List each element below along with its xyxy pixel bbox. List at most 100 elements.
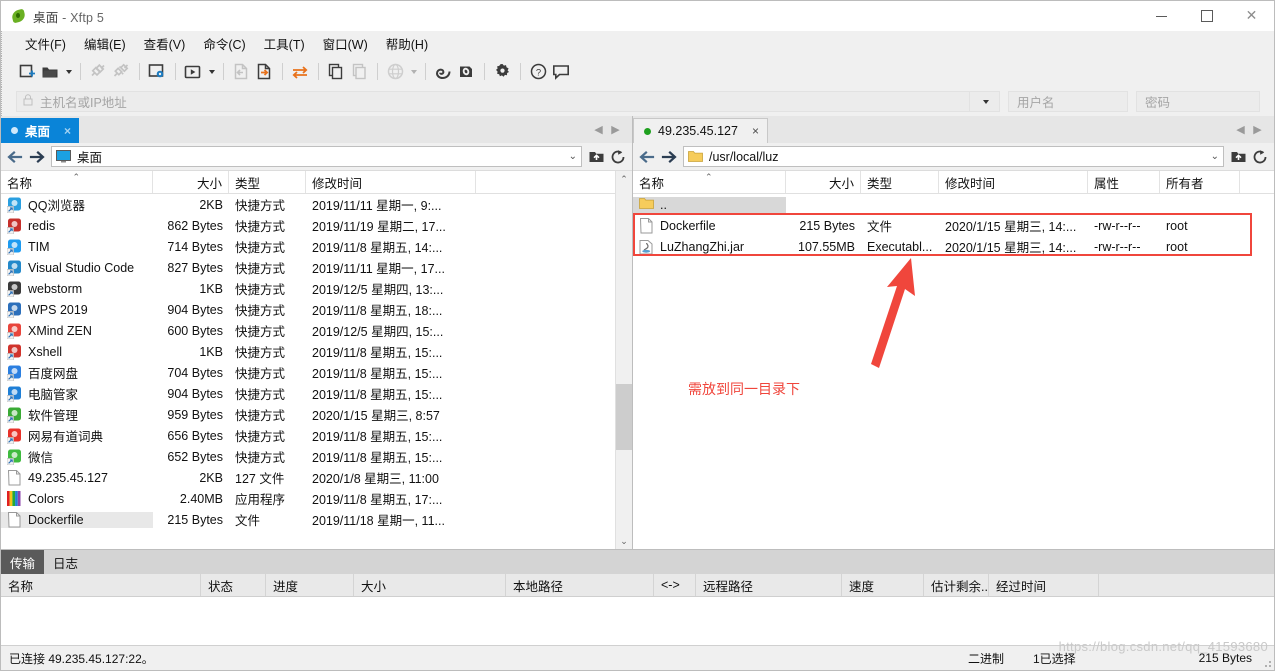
host-history-dropdown[interactable]: [970, 91, 1000, 112]
copy-icon[interactable]: [325, 61, 347, 83]
transfer-col-elapsed[interactable]: 经过时间: [989, 574, 1099, 596]
run-icon[interactable]: [182, 61, 204, 83]
transfer-col-eta[interactable]: 估计剩余...: [924, 574, 989, 596]
new-session-icon[interactable]: [16, 61, 38, 83]
remote-tab-session[interactable]: 49.235.45.127 ×: [633, 118, 768, 143]
table-row[interactable]: Visual Studio Code 827 Bytes 快捷方式 2019/11/1…: [1, 257, 632, 278]
session-settings-icon[interactable]: [146, 61, 168, 83]
menu-file[interactable]: 文件(F): [16, 31, 75, 56]
open-folder-dropdown-icon[interactable]: [62, 61, 73, 83]
paste-icon[interactable]: [348, 61, 370, 83]
table-row[interactable]: WPS 2019 904 Bytes 快捷方式 2019/11/8 星期五, 18:.…: [1, 299, 632, 320]
local-vertical-scrollbar[interactable]: ⌃ ⌄: [615, 171, 632, 549]
remote-col-mtime[interactable]: 修改时间: [939, 171, 1088, 193]
table-row[interactable]: QQ浏览器 2KB 快捷方式 2019/11/11 星期一, 9:...: [1, 194, 632, 215]
local-col-mtime[interactable]: 修改时间: [306, 171, 476, 193]
sync-transfer-icon[interactable]: [289, 61, 311, 83]
local-scroll-down-icon[interactable]: ⌄: [616, 533, 632, 549]
remote-tab-prev-icon[interactable]: ◀: [1232, 119, 1249, 141]
connect-icon[interactable]: [87, 61, 109, 83]
remote-col-size[interactable]: 大小: [786, 171, 861, 193]
local-col-type[interactable]: 类型: [229, 171, 306, 193]
minimize-button[interactable]: [1139, 1, 1184, 31]
remote-refresh-icon[interactable]: [1249, 146, 1271, 168]
transfer-col-status[interactable]: 状态: [201, 574, 266, 596]
local-refresh-icon[interactable]: [607, 146, 629, 168]
remote-up-folder-icon[interactable]: [1227, 146, 1249, 168]
transfer-col-remotepath[interactable]: 远程路径: [696, 574, 842, 596]
open-folder-icon[interactable]: [39, 61, 61, 83]
remote-forward-arrow-icon[interactable]: [658, 146, 680, 168]
local-tab-desktop[interactable]: 桌面 ×: [1, 118, 80, 143]
local-scroll-up-icon[interactable]: ⌃: [616, 171, 632, 187]
remote-path-chevron-down-icon[interactable]: ⌄: [1205, 151, 1219, 162]
remote-tab-next-icon[interactable]: ▶: [1249, 119, 1266, 141]
table-row[interactable]: Xshell 1KB 快捷方式 2019/11/8 星期五, 15:...: [1, 341, 632, 362]
local-col-name[interactable]: 名称 ⌃: [1, 171, 153, 193]
table-row[interactable]: 网易有道词典 656 Bytes 快捷方式 2019/11/8 星期五, 15:...: [1, 425, 632, 446]
tab-transfer[interactable]: 传输: [1, 550, 45, 574]
local-forward-arrow-icon[interactable]: [26, 146, 48, 168]
password-input[interactable]: 密码: [1136, 91, 1260, 112]
local-scrollbar-thumb[interactable]: [616, 384, 632, 450]
table-row[interactable]: 软件管理 959 Bytes 快捷方式 2020/1/15 星期三, 8:57: [1, 404, 632, 425]
table-row[interactable]: Colors 2.40MB 应用程序 2019/11/8 星期五, 17:...: [1, 488, 632, 509]
table-row[interactable]: 微信 652 Bytes 快捷方式 2019/11/8 星期五, 15:...: [1, 446, 632, 467]
table-row[interactable]: Dockerfile 215 Bytes 文件 2020/1/15 星期三, 14:.…: [633, 215, 1274, 236]
table-row[interactable]: 百度网盘 704 Bytes 快捷方式 2019/11/8 星期五, 15:...: [1, 362, 632, 383]
maximize-button[interactable]: [1184, 1, 1229, 31]
menu-command[interactable]: 命令(C): [194, 31, 254, 56]
remote-tab-close-icon[interactable]: ×: [752, 124, 759, 138]
globe-dropdown-icon[interactable]: [407, 61, 418, 83]
local-up-folder-icon[interactable]: [585, 146, 607, 168]
tab-log[interactable]: 日志: [44, 550, 88, 574]
xshell-icon[interactable]: [432, 61, 454, 83]
transfer-col-size[interactable]: 大小: [354, 574, 506, 596]
disconnect-icon[interactable]: [110, 61, 132, 83]
transfer-col-progress[interactable]: 进度: [266, 574, 354, 596]
download-file-icon[interactable]: [230, 61, 252, 83]
table-row[interactable]: webstorm 1KB 快捷方式 2019/12/5 星期四, 13:...: [1, 278, 632, 299]
table-row[interactable]: ..: [633, 194, 1274, 215]
transfer-col-speed[interactable]: 速度: [842, 574, 924, 596]
local-path-chevron-down-icon[interactable]: ⌄: [563, 151, 577, 162]
upload-file-icon[interactable]: [253, 61, 275, 83]
local-tab-prev-icon[interactable]: ◀: [590, 119, 607, 141]
local-tab-close-icon[interactable]: ×: [64, 124, 71, 138]
gear-icon[interactable]: [491, 61, 513, 83]
table-row[interactable]: LuZhangZhi.jar 107.55MB Executabl... 2020/1…: [633, 236, 1274, 257]
remote-col-attrs[interactable]: 属性: [1088, 171, 1160, 193]
remote-path-input[interactable]: /usr/local/luz ⌄: [683, 146, 1224, 167]
globe-icon[interactable]: [384, 61, 406, 83]
remote-back-arrow-icon[interactable]: [636, 146, 658, 168]
feedback-icon[interactable]: [550, 61, 572, 83]
table-row[interactable]: redis 862 Bytes 快捷方式 2019/11/19 星期二, 17...: [1, 215, 632, 236]
transfer-col-localpath[interactable]: 本地路径: [506, 574, 654, 596]
remote-col-type[interactable]: 类型: [861, 171, 939, 193]
table-row[interactable]: Dockerfile 215 Bytes 文件 2019/11/18 星期一, 11.…: [1, 509, 632, 530]
transfer-col-name[interactable]: 名称: [1, 574, 201, 596]
xftp-icon[interactable]: [455, 61, 477, 83]
local-col-size[interactable]: 大小: [153, 171, 229, 193]
remote-col-owner[interactable]: 所有者: [1160, 171, 1240, 193]
local-path-input[interactable]: 桌面 ⌄: [51, 146, 582, 167]
menu-tools[interactable]: 工具(T): [255, 31, 314, 56]
menu-help[interactable]: 帮助(H): [377, 31, 437, 56]
menu-view[interactable]: 查看(V): [135, 31, 195, 56]
close-button[interactable]: ✕: [1229, 1, 1274, 31]
resize-grip[interactable]: [1261, 657, 1271, 667]
menu-edit[interactable]: 编辑(E): [75, 31, 135, 56]
help-icon[interactable]: ?: [527, 61, 549, 83]
transfer-col-direction[interactable]: <->: [654, 574, 696, 596]
run-dropdown-icon[interactable]: [205, 61, 216, 83]
table-row[interactable]: TIM 714 Bytes 快捷方式 2019/11/8 星期五, 14:...: [1, 236, 632, 257]
table-row[interactable]: 电脑管家 904 Bytes 快捷方式 2019/11/8 星期五, 15:...: [1, 383, 632, 404]
local-back-arrow-icon[interactable]: [4, 146, 26, 168]
table-row[interactable]: XMind ZEN 600 Bytes 快捷方式 2019/12/5 星期四, 15:…: [1, 320, 632, 341]
table-row[interactable]: 49.235.45.127 2KB 127 文件 2020/1/8 星期三, 11:0…: [1, 467, 632, 488]
menu-window[interactable]: 窗口(W): [314, 31, 377, 56]
host-input[interactable]: 主机名或IP地址: [16, 91, 970, 112]
username-input[interactable]: 用户名: [1008, 91, 1128, 112]
remote-col-name[interactable]: 名称 ⌃: [633, 171, 786, 193]
local-tab-next-icon[interactable]: ▶: [607, 119, 624, 141]
